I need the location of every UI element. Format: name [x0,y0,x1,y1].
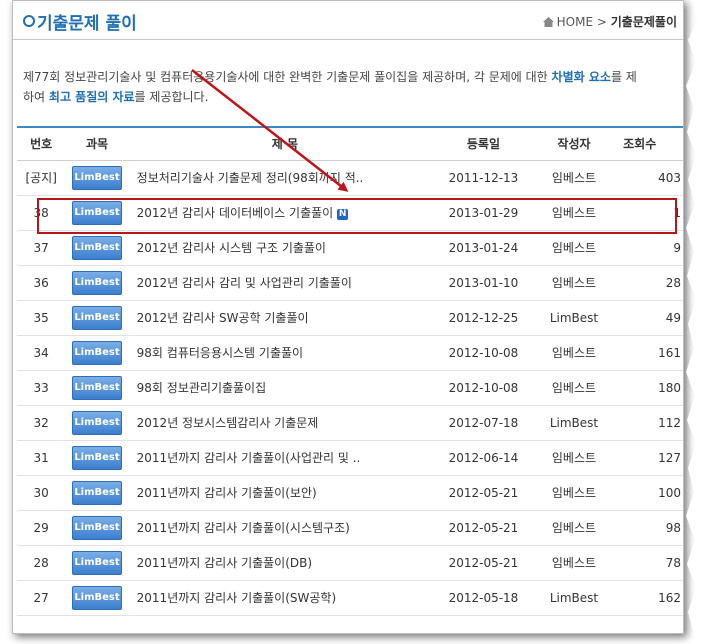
torn-edge [686,0,704,644]
annotation-arrow [191,69,349,192]
